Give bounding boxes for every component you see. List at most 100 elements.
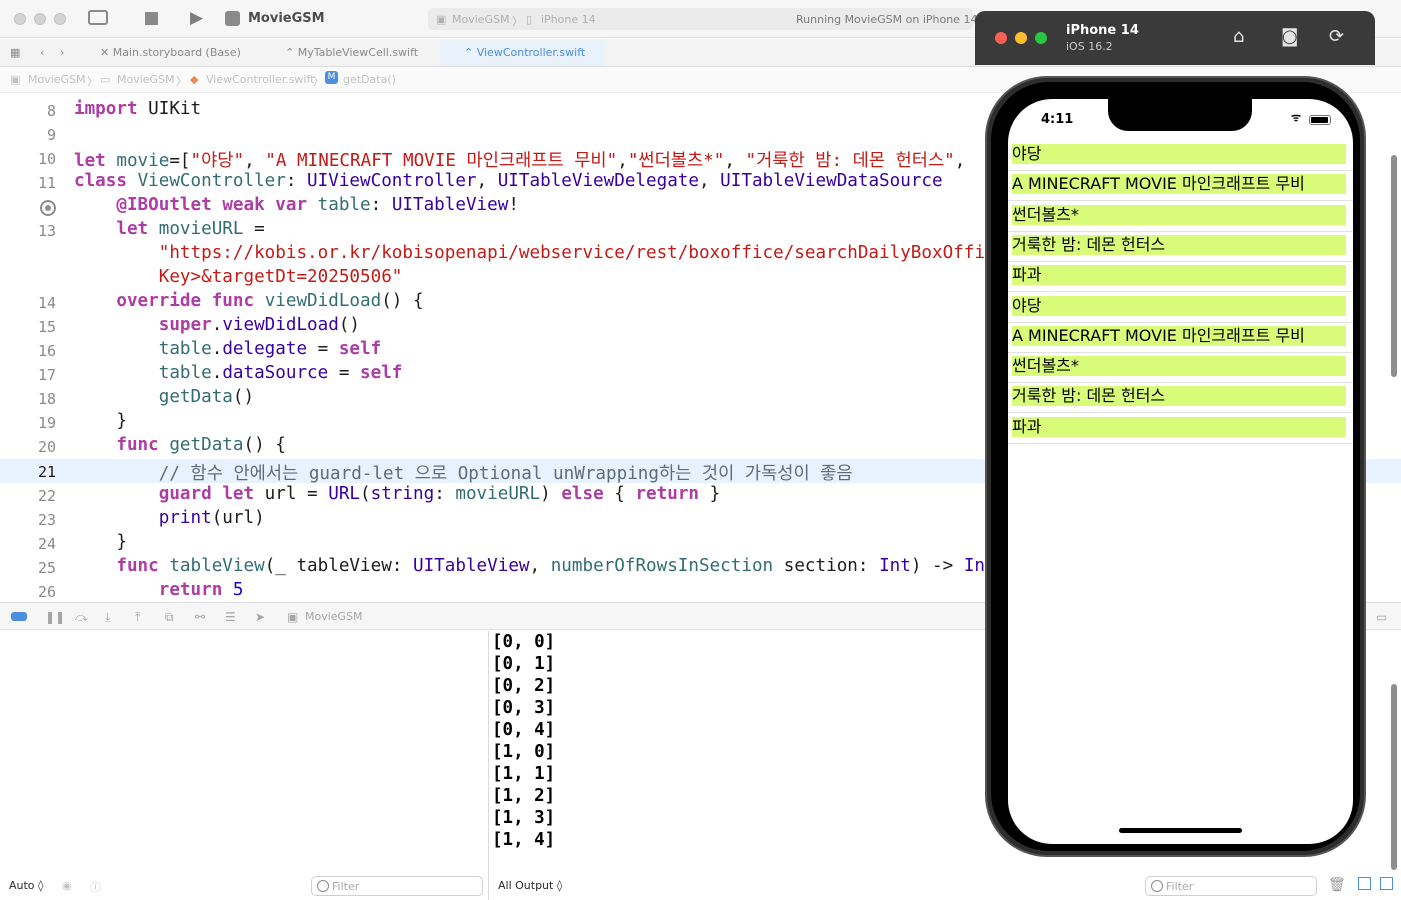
variables-filter[interactable]: Filter [311,876,483,896]
split-right-icon[interactable] [1380,877,1393,890]
code-token: return [635,484,700,504]
code-token: 5 [232,580,244,600]
debug-target[interactable]: MovieGSM [305,610,363,623]
home-icon[interactable]: ⌂ [1233,26,1244,47]
code-token: = [328,363,361,383]
destination-name[interactable]: iPhone 14 [541,13,596,26]
scheme-name[interactable]: MovieGSM [452,13,510,26]
split-left-icon[interactable] [1358,877,1371,890]
code-token: viewDidLoad [264,291,382,311]
table-row[interactable]: 파과 [1008,414,1353,444]
tab-main-storyboard[interactable]: ✕ Main.storyboard (Base) [100,39,270,66]
location-icon[interactable]: ➤ [255,610,265,624]
code-line: return 5 [74,580,244,600]
table-row[interactable]: 야당 [1008,293,1353,323]
code-line: print(url) [74,508,265,528]
run-icon[interactable]: ▶ [190,10,203,27]
console-line: [1, 0] [492,742,556,762]
home-indicator[interactable] [1119,828,1242,833]
code-token: viewDidLoad [222,315,339,335]
code-token: (url) [211,508,265,528]
code-token: func [116,435,159,455]
code-token: let [116,219,149,239]
step-over-icon[interactable]: ⤼ [75,610,88,625]
code-token: let [74,151,106,171]
table-row[interactable]: 거룩한 밤: 데몬 헌터스 [1008,383,1353,414]
code-token: "썬더볼츠*" [627,151,725,171]
minimize-window-button[interactable] [34,13,46,25]
table-row[interactable]: A MINECRAFT MOVIE 마인크래프트 무비 [1008,323,1353,353]
view-hierarchy-icon[interactable]: ⧉ [165,610,174,625]
code-token: delegate [222,339,308,359]
code-token: (_ tableView: [264,556,413,576]
step-into-icon[interactable]: ⤓ [105,610,110,625]
rotate-icon[interactable]: ⟳ [1329,26,1344,47]
pause-icon[interactable]: ❚❚ [45,610,65,624]
code-token: // 함수 안에서는 guard-let 으로 Optional unWrapp… [158,464,853,484]
table-row[interactable]: 파과 [1008,262,1353,293]
panel-icon[interactable]: ▭ [1376,610,1387,624]
console-line: [1, 4] [492,830,556,850]
code-token: class [74,171,127,191]
iphone-screen[interactable]: 4:11 ᯤ 야당 A MINECRAFT MOVIE 마인크래프트 무비 썬더볼츠… [1008,99,1353,844]
breadcrumb-project[interactable]: MovieGSM [28,73,86,86]
simulator-device-name: iPhone 14 [1066,23,1139,38]
step-out-icon[interactable]: ⤒ [135,610,140,625]
trash-icon[interactable]: 🗑 [1328,877,1346,893]
wifi-icon: ᯤ [1290,111,1301,124]
breakpoint-icon[interactable] [40,200,56,216]
code-token: ( [360,484,371,504]
code-token: else [561,484,604,504]
eye-icon[interactable]: ◉ [62,879,72,892]
code-token: table [158,339,212,359]
simulator-close-button[interactable] [995,32,1007,44]
table-row[interactable]: 썬더볼츠* [1008,202,1353,232]
grid-icon[interactable]: ▦ [10,39,20,66]
console-filter[interactable]: Filter [1145,876,1317,896]
zoom-window-button[interactable] [54,13,66,25]
table-row[interactable]: 야당 [1008,141,1353,171]
tab-label: ViewController.swift [476,46,586,59]
code-token: tableView [169,556,265,576]
hide-debug-area-icon[interactable] [11,612,27,621]
method-icon: M [325,71,338,84]
code-token: UITableView [391,195,509,215]
output-filter-selector[interactable]: All Output ◊ [498,879,562,892]
code-line: @IBOutlet weak var table: UITableView! [74,195,519,215]
forward-icon[interactable]: › [60,39,64,66]
scheme-selector[interactable]: ▣ MovieGSM 〉 ▯ iPhone 14 Running MovieGS… [428,8,977,30]
project-name: MovieGSM [248,11,325,26]
table-row[interactable]: 거룩한 밤: 데몬 헌터스 [1008,232,1353,262]
console-line: [0, 1] [492,654,556,674]
code-token: =[ [169,151,191,171]
code-token: = [307,339,339,359]
table-row[interactable]: A MINECRAFT MOVIE 마인크래프트 무비 [1008,171,1353,202]
back-icon[interactable]: ‹ [40,39,44,66]
navigator-toggle-icon[interactable] [88,10,108,25]
memory-graph-icon[interactable]: ⚯ [195,610,205,624]
tab-mytableviewcell[interactable]: ⌃ MyTableViewCell.swift [285,39,435,66]
editor-scrollbar[interactable] [1391,155,1397,377]
breadcrumb-file[interactable]: ViewController.swift [206,73,314,86]
breadcrumb-group[interactable]: MovieGSM [117,73,175,86]
code-token: return [158,580,223,600]
simulator-minimize-button[interactable] [1015,32,1027,44]
table-row[interactable]: 썬더볼츠* [1008,353,1353,384]
line-number: 19 [37,414,56,432]
tab-viewcontroller[interactable]: ⌃ ViewController.swift [440,39,605,66]
breadcrumb-method[interactable]: getData() [343,73,396,86]
stop-icon[interactable] [145,12,158,25]
close-window-button[interactable] [14,13,26,25]
scope-selector[interactable]: Auto ◊ [9,879,43,892]
info-icon[interactable]: ⓘ [90,879,101,895]
environment-icon[interactable]: ☰ [225,610,236,624]
code-token: } [699,484,721,504]
console-scrollbar[interactable] [1391,684,1397,870]
code-token: getData [158,387,233,407]
simulator-zoom-button[interactable] [1035,32,1047,44]
screenshot-icon[interactable]: ◙ [1281,26,1298,47]
